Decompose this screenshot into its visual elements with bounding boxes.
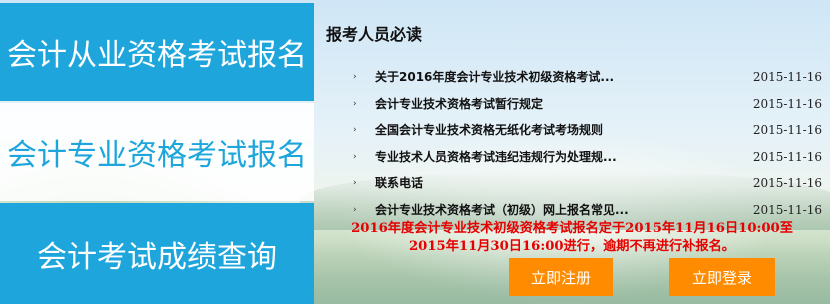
- notice-link[interactable]: 全国会计专业技术资格无纸化考试考场规则: [375, 117, 603, 144]
- notice-date: 2015-11-16: [752, 96, 822, 111]
- announcement-line-2: 2015年11月30日16:00进行，逾期不再进行补报名。: [409, 239, 735, 254]
- notice-list: › 关于2016年度会计专业技术初级资格考试... 2015-11-16 › 会…: [314, 64, 830, 223]
- chevron-right-icon: ›: [353, 151, 357, 162]
- nav-tile-label: 会计专业资格考试报名: [7, 138, 307, 173]
- list-item[interactable]: › 专业技术人员资格考试违纪违规行为处理规... 2015-11-16: [314, 144, 830, 171]
- list-item[interactable]: › 全国会计专业技术资格无纸化考试考场规则 2015-11-16: [314, 117, 830, 144]
- register-button[interactable]: 立即注册: [509, 258, 613, 296]
- notice-date: 2015-11-16: [752, 123, 822, 137]
- notice-link[interactable]: 关于2016年度会计专业技术初级资格考试...: [375, 64, 614, 91]
- nav-tile-label: 会计从业资格考试报名: [7, 38, 307, 73]
- chevron-right-icon: ›: [353, 72, 357, 82]
- chevron-right-icon: ›: [353, 125, 357, 135]
- list-item[interactable]: › 联系电话 2015-11-16: [314, 170, 830, 197]
- notice-link[interactable]: 专业技术人员资格考试违纪违规行为处理规...: [375, 144, 617, 171]
- notice-link[interactable]: 联系电话: [375, 170, 423, 197]
- notice-date: 2015-11-16: [752, 149, 822, 164]
- chevron-right-icon: ›: [353, 98, 357, 109]
- chevron-right-icon: ›: [353, 178, 357, 188]
- announcement-line-1: 2016年度会计专业技术初级资格考试报名定于2015年11月16日10:00至: [351, 221, 793, 236]
- list-item[interactable]: › 会计专业技术资格考试暂行规定 2015-11-16: [314, 91, 830, 118]
- nav-tile-accounting-professional-registration[interactable]: 会计专业资格考试报名: [0, 103, 314, 201]
- login-button[interactable]: 立即登录: [669, 258, 775, 296]
- notice-link[interactable]: 会计专业技术资格考试暂行规定: [375, 91, 543, 118]
- panel-title: 报考人员必读: [326, 25, 423, 44]
- registration-announcement: 2016年度会计专业技术初级资格考试报名定于2015年11月16日10:00至 …: [314, 220, 830, 256]
- nav-tile-accounting-qualification-registration[interactable]: 会计从业资格考试报名: [0, 3, 314, 101]
- nav-tile-label: 会计考试成绩查询: [37, 239, 277, 275]
- nav-tile-exam-score-query[interactable]: 会计考试成绩查询: [0, 203, 314, 304]
- notice-date: 2015-11-16: [752, 176, 822, 190]
- list-item[interactable]: › 关于2016年度会计专业技术初级资格考试... 2015-11-16: [314, 64, 830, 91]
- notice-date: 2015-11-16: [752, 70, 822, 84]
